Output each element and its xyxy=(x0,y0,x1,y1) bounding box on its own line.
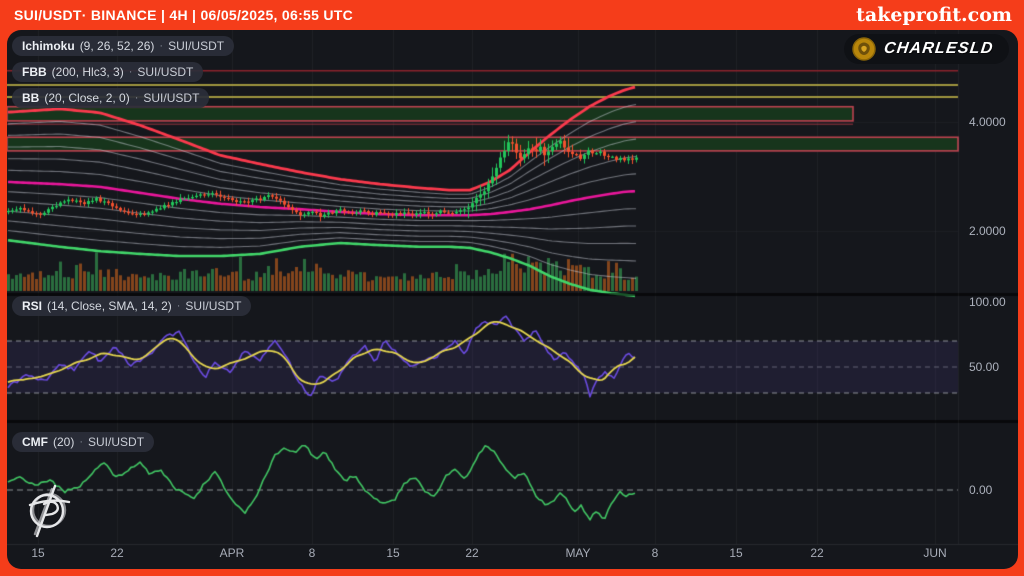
indicator-name: BB xyxy=(22,91,39,105)
time-axis-label: 22 xyxy=(110,546,123,560)
charlesld-watermark: CHARLESLD xyxy=(844,34,1009,64)
indicator-params: (200, Hlc3, 3) xyxy=(52,65,124,79)
time-axis-label: 15 xyxy=(31,546,44,560)
indicator-params: (9, 26, 52, 26) xyxy=(80,39,155,53)
indicator-symbol: SUI/USDT xyxy=(185,299,241,313)
time-axis-label: 22 xyxy=(810,546,823,560)
separator-dot: · xyxy=(129,66,133,78)
cmf-axis-label-0[interactable]: 0.00 xyxy=(969,483,1018,497)
separator-dot: · xyxy=(159,40,163,52)
time-axis-label: 8 xyxy=(309,546,316,560)
indicator-name: CMF xyxy=(22,435,48,449)
price-axis-label-4[interactable]: 4.0000 xyxy=(969,115,1018,129)
lion-logo-icon xyxy=(852,37,876,61)
indicator-params: (14, Close, SMA, 14, 2) xyxy=(47,299,172,313)
charlesld-watermark-text: CHARLESLD xyxy=(882,40,994,58)
chart-title: SUI/USDT· BINANCE | 4H | 06/05/2025, 06:… xyxy=(0,7,353,23)
indicator-name: Ichimoku xyxy=(22,39,75,53)
time-axis-label: 8 xyxy=(652,546,659,560)
separator-dot: · xyxy=(177,300,181,312)
indicator-params: (20, Close, 2, 0) xyxy=(44,91,129,105)
separator-dot: · xyxy=(79,436,83,448)
indicator-symbol: SUI/USDT xyxy=(143,91,199,105)
indicator-pill-bb[interactable]: BB (20, Close, 2, 0) · SUI/USDT xyxy=(12,88,209,108)
rsi-axis-label-100[interactable]: 100.00 xyxy=(969,295,1018,309)
top-bar: SUI/USDT· BINANCE | 4H | 06/05/2025, 06:… xyxy=(0,0,1024,30)
time-axis[interactable]: 15 22 APR 8 15 22 MAY 8 15 22 JUN xyxy=(7,542,1018,566)
time-axis-label: MAY xyxy=(565,546,590,560)
indicator-name: RSI xyxy=(22,299,42,313)
indicator-pill-fbb[interactable]: FBB (200, Hlc3, 3) · SUI/USDT xyxy=(12,62,203,82)
time-axis-label: 15 xyxy=(729,546,742,560)
indicator-symbol: SUI/USDT xyxy=(88,435,144,449)
takeprofit-monogram-logo xyxy=(22,478,76,540)
indicator-symbol: SUI/USDT xyxy=(137,65,193,79)
indicator-pill-cmf[interactable]: CMF (20) · SUI/USDT xyxy=(12,432,154,452)
price-axis-label-2[interactable]: 2.0000 xyxy=(969,224,1018,238)
time-axis-label: 22 xyxy=(465,546,478,560)
indicator-pill-ichimoku[interactable]: Ichimoku (9, 26, 52, 26) · SUI/USDT xyxy=(12,36,234,56)
separator-dot: · xyxy=(135,92,139,104)
indicator-symbol: SUI/USDT xyxy=(168,39,224,53)
rsi-axis-label-50[interactable]: 50.00 xyxy=(969,360,1018,374)
indicator-params: (20) xyxy=(53,435,74,449)
takeprofit-brand: takeprofit.com xyxy=(856,4,1024,26)
indicator-pill-rsi[interactable]: RSI (14, Close, SMA, 14, 2) · SUI/USDT xyxy=(12,296,251,316)
indicator-name: FBB xyxy=(22,65,47,79)
chart-shell: Ichimoku (9, 26, 52, 26) · SUI/USDT FBB … xyxy=(7,30,1018,569)
time-axis-label: APR xyxy=(220,546,245,560)
time-axis-label: 15 xyxy=(386,546,399,560)
time-axis-label: JUN xyxy=(923,546,946,560)
